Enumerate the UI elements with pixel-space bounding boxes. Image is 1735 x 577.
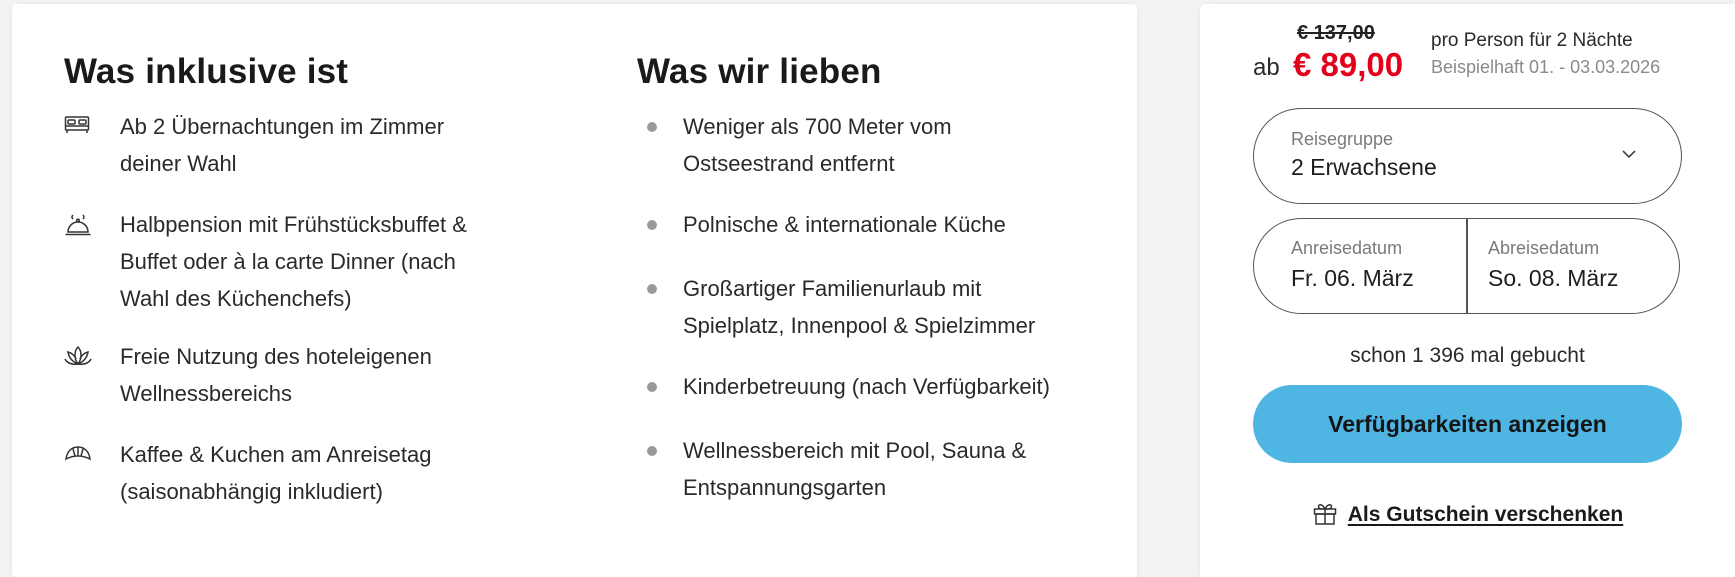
dining-cloche-icon (64, 213, 94, 239)
loved-item: Großartiger Familienurlaub mit Spielplat… (637, 270, 1107, 344)
loved-title: Was wir lieben (637, 52, 882, 91)
bullet-icon (647, 284, 657, 294)
gift-voucher: Als Gutschein verschenken (1253, 499, 1682, 531)
travel-group-value: 2 Erwachsene (1291, 154, 1437, 180)
lotus-icon (64, 345, 94, 371)
bullet-icon (647, 382, 657, 392)
highlights-card: Was inklusive ist Ab 2 Übernachtungen im… (12, 4, 1137, 577)
gift-voucher-link[interactable]: Als Gutschein verschenken (1348, 503, 1623, 527)
bullet-icon (647, 446, 657, 456)
bullet-icon (647, 220, 657, 230)
loved-item: Weniger als 700 Meter vom Ostseestrand e… (637, 108, 1107, 182)
date-range-field: Anreisedatum Fr. 06. März Abreisedatum S… (1253, 218, 1680, 314)
included-item: Ab 2 Übernachtungen im Zimmer deiner Wah… (64, 108, 534, 182)
included-item: Halbpension mit Frühstücksbuffet & Buffe… (64, 206, 534, 317)
booking-card: € 137,00 ab € 89,00 pro Person für 2 Näc… (1200, 4, 1735, 577)
chevron-down-icon (1621, 147, 1637, 159)
price-basis: pro Person für 2 Nächte (1431, 30, 1633, 51)
travel-group-select[interactable]: Reisegruppe 2 Erwachsene (1253, 108, 1682, 204)
loved-item: Wellnessbereich mit Pool, Sauna & Entspa… (637, 432, 1107, 506)
gift-icon[interactable] (1312, 500, 1338, 531)
price-prefix: ab (1253, 54, 1280, 81)
departure-label: Abreisedatum (1488, 238, 1600, 258)
departure-value: So. 08. März (1488, 265, 1619, 291)
travel-group-label: Reisegruppe (1291, 129, 1394, 149)
loved-item: Polnische & internationale Küche (637, 206, 1107, 243)
included-item: Freie Nutzung des hoteleigenen Wellnessb… (64, 338, 534, 412)
arrival-value: Fr. 06. März (1291, 265, 1414, 291)
bed-icon (64, 115, 94, 141)
arrival-date-field[interactable]: Anreisedatum Fr. 06. März (1254, 219, 1466, 313)
example-dates: Beispielhaft 01. - 03.03.2026 (1431, 57, 1661, 77)
croissant-icon (64, 443, 94, 469)
included-item: Kaffee & Kuchen am Anreisetag (saisonabh… (64, 436, 534, 510)
bullet-icon (647, 122, 657, 132)
show-availability-button[interactable]: Verfügbarkeiten anzeigen (1253, 385, 1682, 463)
current-price: € 89,00 (1293, 46, 1404, 83)
loved-item: Kinderbetreuung (nach Verfügbarkeit) (637, 368, 1107, 405)
old-price: € 137,00 (1297, 22, 1375, 44)
arrival-label: Anreisedatum (1291, 238, 1403, 258)
departure-date-field[interactable]: Abreisedatum So. 08. März (1468, 219, 1679, 313)
booked-count: schon 1 396 mal gebucht (1350, 344, 1585, 367)
included-title: Was inklusive ist (64, 52, 349, 91)
